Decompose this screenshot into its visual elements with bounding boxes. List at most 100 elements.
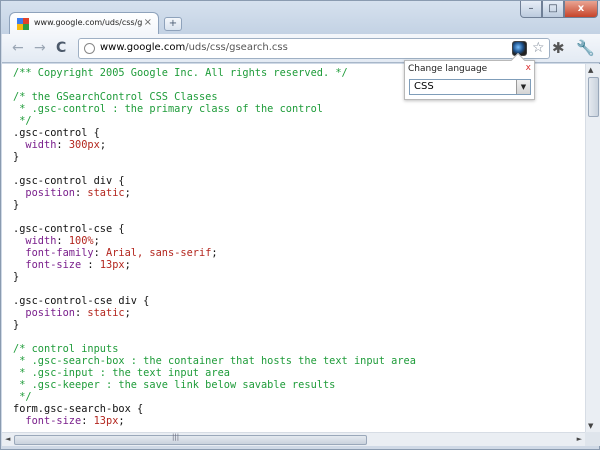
code-token-text: : xyxy=(93,247,106,259)
code-token-comment: * .gsc-control : the primary class of th… xyxy=(13,103,323,115)
code-token-text: .gsc-control-cse { xyxy=(13,223,125,235)
code-token-comment: /* control inputs xyxy=(13,343,119,355)
tab-close-icon[interactable]: × xyxy=(144,17,152,28)
vertical-scrollbar[interactable]: ▲ ▼ xyxy=(585,64,600,432)
code-token-comment: /** Copyright 2005 Google Inc. All right… xyxy=(13,67,348,79)
code-token-text: ; xyxy=(211,247,218,259)
code-line: /* control inputs xyxy=(13,343,416,355)
page-icon xyxy=(84,43,95,54)
code-token-text: : xyxy=(81,259,100,271)
code-token-text: } xyxy=(13,199,20,211)
code-token-text: ; xyxy=(124,307,131,319)
code-token-val: static xyxy=(87,307,125,319)
code-token-text: } xyxy=(13,271,20,283)
code-line: * .gsc-search-box : the container that h… xyxy=(13,355,416,367)
scrollbar-corner xyxy=(585,432,600,446)
code-line: } xyxy=(13,151,416,163)
reload-icon[interactable]: C xyxy=(56,41,66,55)
code-token-text: ; xyxy=(99,139,107,151)
code-token-text: : xyxy=(81,415,94,427)
code-line: font-size: 13px; xyxy=(13,415,416,427)
language-select[interactable]: CSS ▼ xyxy=(409,79,531,95)
code-token-text: : xyxy=(56,139,69,151)
code-token-comment: /* the GSearchControl CSS Classes xyxy=(13,91,218,103)
code-token-prop: font-size xyxy=(13,415,82,427)
language-selected-value: CSS xyxy=(414,81,434,92)
code-token-prop: font-family xyxy=(13,247,94,259)
code-line: form.gsc-search-box { xyxy=(13,403,416,415)
code-line: /* the GSearchControl CSS Classes xyxy=(13,91,416,103)
scroll-right-icon[interactable]: ► xyxy=(577,435,582,443)
code-token-text: ; xyxy=(124,259,131,271)
code-token-comment: * .gsc-input : the text input area xyxy=(13,367,230,379)
code-token-comment: */ xyxy=(13,115,32,127)
code-line: /** Copyright 2005 Google Inc. All right… xyxy=(13,67,416,79)
change-language-popup: Change language x CSS ▼ xyxy=(404,52,535,100)
new-tab-button[interactable]: + xyxy=(164,17,182,31)
url-text[interactable]: www.google.com/uds/css/gsearch.css xyxy=(100,42,288,53)
horizontal-scrollbar[interactable]: ◄ ||| ► xyxy=(2,432,585,446)
code-token-comment: */ xyxy=(13,391,32,403)
code-token-text: : xyxy=(75,307,88,319)
scroll-down-icon[interactable]: ▼ xyxy=(588,422,593,430)
code-line: position: static; xyxy=(13,307,416,319)
code-token-prop: position xyxy=(13,187,75,199)
code-line: .gsc-control-cse div { xyxy=(13,295,416,307)
browser-window: www.google.com/uds/css/gsea... × + – □ x… xyxy=(0,0,600,450)
scroll-up-icon[interactable]: ▲ xyxy=(588,66,593,74)
minimize-button[interactable]: – xyxy=(520,1,542,18)
wrench-icon[interactable]: 🔧 xyxy=(576,39,595,57)
tab-strip: www.google.com/uds/css/gsea... × + – □ x xyxy=(1,1,600,35)
code-token-prop: width xyxy=(13,235,57,247)
code-token-text: .gsc-control-cse div { xyxy=(13,295,150,307)
code-line: } xyxy=(13,199,416,211)
code-line: .gsc-control-cse { xyxy=(13,223,416,235)
code-token-val: 13px xyxy=(99,259,125,271)
code-line: } xyxy=(13,319,416,331)
code-token-text: ; xyxy=(93,235,100,247)
vertical-scroll-thumb[interactable] xyxy=(588,77,599,117)
horizontal-scroll-thumb[interactable] xyxy=(14,435,367,445)
address-bar[interactable]: www.google.com/uds/css/gsearch.css ☆ xyxy=(78,38,550,59)
code-token-val: 13px xyxy=(93,415,119,427)
code-token-text: .gsc-control { xyxy=(13,127,100,139)
close-window-button[interactable]: x xyxy=(564,1,598,18)
code-token-comment: * .gsc-search-box : the container that h… xyxy=(13,355,416,367)
code-line: */ xyxy=(13,391,416,403)
bug-icon[interactable]: ✱ xyxy=(552,39,565,57)
code-token-text: .gsc-control div { xyxy=(13,175,125,187)
code-token-text: ; xyxy=(118,415,125,427)
code-line: font-size : 13px; xyxy=(13,259,416,271)
code-line: .gsc-control { xyxy=(13,127,416,139)
tab-title: www.google.com/uds/css/gsea... xyxy=(34,18,142,27)
code-token-comment: * .gsc-keeper : the save link below sava… xyxy=(13,379,336,391)
scroll-grip-icon: ||| xyxy=(172,433,180,441)
code-token-val: static xyxy=(87,187,125,199)
code-line: font-family: Arial, sans-serif; xyxy=(13,247,416,259)
code-line: position: static; xyxy=(13,187,416,199)
star-icon[interactable]: ☆ xyxy=(532,40,545,56)
code-token-text: form.gsc-search-box { xyxy=(13,403,144,415)
code-token-text: } xyxy=(13,319,20,331)
code-line: width: 300px; xyxy=(13,139,416,151)
chevron-down-icon[interactable]: ▼ xyxy=(516,80,530,94)
page-content: /** Copyright 2005 Google Inc. All right… xyxy=(2,64,585,432)
back-arrow-icon[interactable]: ← xyxy=(12,41,24,55)
forward-arrow-icon[interactable]: → xyxy=(34,41,46,55)
code-token-text: ; xyxy=(124,187,131,199)
maximize-button[interactable]: □ xyxy=(542,1,564,18)
code-token-prop: position xyxy=(13,307,75,319)
code-token-val: 300px xyxy=(68,139,100,151)
popup-close-icon[interactable]: x xyxy=(526,63,531,73)
popup-title: Change language xyxy=(408,64,488,74)
code-line: } xyxy=(13,271,416,283)
code-token-val: Arial, sans-serif xyxy=(106,247,212,259)
code-token-text: } xyxy=(13,151,20,163)
url-host: www.google.com xyxy=(100,42,186,53)
scroll-left-icon[interactable]: ◄ xyxy=(5,435,10,443)
tab-gsearch-css[interactable]: www.google.com/uds/css/gsea... × xyxy=(9,12,159,35)
code-line: width: 100%; xyxy=(13,235,416,247)
